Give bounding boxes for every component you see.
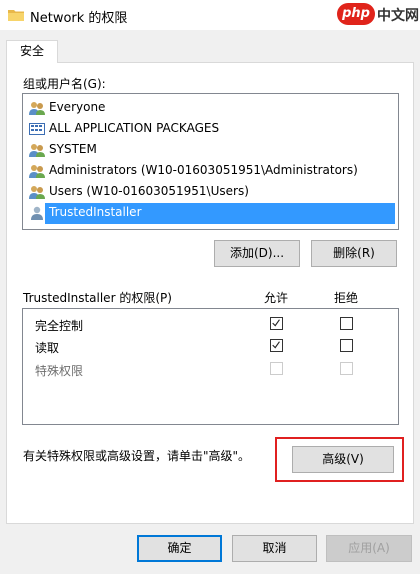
list-item-label: Administrators (W10-01603051951\Administ…: [49, 163, 358, 177]
list-item-label: SYSTEM: [49, 142, 97, 156]
users-icon: [29, 144, 45, 157]
permission-full-control-label: 完全控制: [35, 319, 84, 333]
highlight-box: [275, 437, 404, 482]
window-title: Network 的权限: [30, 11, 128, 26]
list-item-label: Users (W10-01603051951\Users): [49, 184, 249, 198]
read-allow-checkbox[interactable]: [270, 339, 283, 352]
list-item-system[interactable]: SYSTEM: [27, 140, 393, 160]
list-item-label: Everyone: [49, 100, 106, 114]
apply-button: 应用(A): [326, 535, 412, 562]
list-item-administrators[interactable]: Administrators (W10-01603051951\Administ…: [27, 161, 393, 181]
full-control-allow-checkbox[interactable]: [270, 317, 283, 330]
folder-icon: [8, 10, 24, 21]
watermark-text: 中文网: [377, 8, 419, 24]
checkmark-icon: [272, 341, 280, 349]
packages-icon: [29, 123, 45, 135]
users-icon: [29, 186, 45, 199]
ok-button[interactable]: 确定: [137, 535, 222, 562]
allow-column-header: 允许: [264, 291, 289, 305]
list-item-label: TrustedInstaller: [49, 205, 142, 219]
add-button[interactable]: 添加(D)...: [214, 240, 300, 267]
list-item-users[interactable]: Users (W10-01603051951\Users): [27, 182, 393, 202]
users-icon: [29, 102, 45, 115]
tab-security[interactable]: 安全: [6, 40, 58, 63]
special-allow-checkbox: [270, 362, 283, 375]
groups-label: 组或用户名(G):: [23, 77, 106, 91]
list-item-trustedinstaller[interactable]: TrustedInstaller: [27, 203, 395, 224]
title-bar: Network 的权限 php 中文网: [0, 0, 420, 30]
watermark-badge: php: [337, 3, 375, 25]
users-icon: [29, 165, 45, 178]
permission-special-label: 特殊权限: [35, 364, 84, 378]
list-item-all-application-packages[interactable]: ALL APPLICATION PACKAGES: [27, 119, 393, 139]
user-icon: [31, 206, 43, 220]
cancel-button[interactable]: 取消: [232, 535, 317, 562]
remove-button[interactable]: 删除(R): [311, 240, 397, 267]
full-control-deny-checkbox[interactable]: [340, 317, 353, 330]
php-watermark: php 中文网: [337, 3, 419, 25]
list-item-label: ALL APPLICATION PACKAGES: [49, 121, 220, 135]
groups-listbox[interactable]: Everyone ALL APPLICATION PACKAGES SYSTEM…: [22, 93, 399, 230]
special-deny-checkbox: [340, 362, 353, 375]
read-deny-checkbox[interactable]: [340, 339, 353, 352]
list-item-everyone[interactable]: Everyone: [27, 98, 393, 118]
deny-column-header: 拒绝: [334, 291, 359, 305]
permission-read-label: 读取: [35, 341, 60, 355]
checkmark-icon: [272, 319, 280, 327]
permissions-label: TrustedInstaller 的权限(P): [23, 291, 172, 305]
advanced-hint: 有关特殊权限或高级设置，请单击"高级"。: [23, 449, 251, 463]
permissions-list: 完全控制 读取 特殊权限: [22, 308, 399, 425]
